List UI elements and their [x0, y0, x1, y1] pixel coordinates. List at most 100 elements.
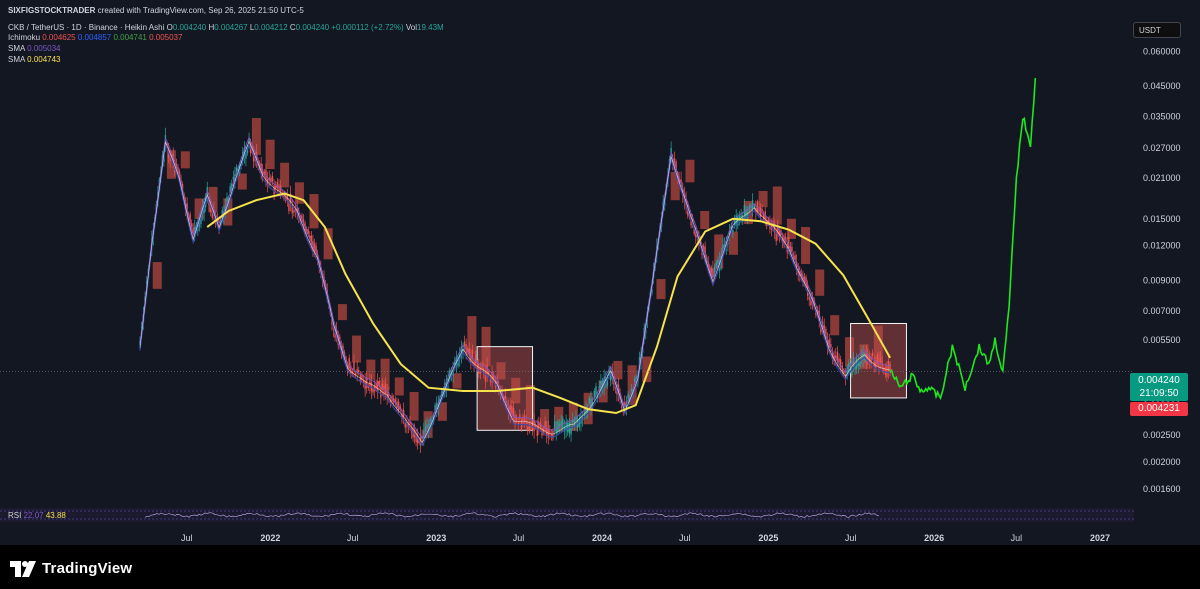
time-tick-label: Jul	[181, 533, 193, 543]
chart-credit: SIXFIGSTOCKTRADER created with TradingVi…	[8, 6, 304, 16]
candle-body	[377, 380, 379, 392]
candle-body	[426, 424, 428, 428]
price-tick-label: 0.027000	[1143, 143, 1181, 153]
candle-body	[527, 426, 529, 430]
candle-body	[761, 208, 763, 212]
ichimoku-value-3: 0.004741	[113, 33, 147, 42]
time-tick-label: 2027	[1090, 533, 1110, 543]
ichimoku-legend[interactable]: Ichimoku 0.004625 0.004857 0.004741 0.00…	[8, 33, 182, 43]
cloud-segment	[237, 173, 247, 190]
time-tick-label: 2026	[924, 533, 944, 543]
time-tick-label: Jul	[513, 533, 525, 543]
sma-1-name: SMA	[8, 44, 25, 53]
price-tick-label: 0.001600	[1143, 484, 1181, 494]
candle-body	[523, 415, 526, 422]
candle-body	[271, 176, 274, 182]
candle-body	[533, 420, 535, 432]
high-value: 0.004267	[214, 23, 248, 32]
price-tick-label: 0.035000	[1143, 112, 1181, 122]
cloud-segment	[685, 159, 695, 183]
ohlc-legend: CKB / TetherUS · 1D · Binance · Heikin A…	[8, 23, 444, 33]
cloud-segment	[280, 162, 290, 188]
symbol-name[interactable]: CKB / TetherUS · 1D · Binance · Heikin A…	[8, 23, 164, 32]
cloud-segment	[772, 186, 782, 225]
candle-body	[424, 426, 427, 431]
price-tick-label: 0.060000	[1143, 47, 1181, 57]
sma-legend-2[interactable]: SMA 0.004743	[8, 55, 61, 65]
bar-countdown: 21:09:50	[1139, 388, 1179, 399]
cloud-segment	[309, 194, 319, 229]
candle-body	[544, 421, 546, 432]
ichimoku-value-1: 0.004625	[42, 33, 76, 42]
candle-body	[588, 397, 591, 404]
candle-body	[384, 383, 387, 394]
price-tick-label: 0.002000	[1143, 457, 1181, 467]
low-value: 0.004212	[254, 23, 288, 32]
volume-value: 19.43M	[417, 23, 444, 32]
price-tick-label: 0.021000	[1143, 173, 1181, 183]
price-tick-label: 0.002500	[1143, 430, 1181, 440]
cloud-segment	[352, 335, 362, 363]
time-tick-label: Jul	[1011, 533, 1023, 543]
time-tick-label: Jul	[347, 533, 359, 543]
ask-price-badge: 0.004231	[1130, 402, 1188, 416]
candle-body	[884, 367, 887, 375]
cloud-segment	[437, 402, 447, 421]
open-value: 0.004240	[172, 23, 207, 32]
cloud-segment	[656, 279, 666, 300]
price-tick-label: 0.007000	[1143, 306, 1181, 316]
candle-body	[567, 422, 569, 433]
candle-body	[743, 204, 746, 215]
candle-body	[536, 426, 538, 436]
candle-body	[557, 421, 559, 432]
tradingview-logo[interactable]: TradingView	[10, 560, 132, 577]
sma-2-value: 0.004743	[27, 55, 61, 64]
cloud-segment	[452, 373, 462, 389]
candle-body	[275, 185, 277, 189]
candle-body	[871, 352, 874, 357]
candle-body	[358, 370, 360, 373]
price-tick-label: 0.012000	[1143, 241, 1181, 251]
ichimoku-value-2: 0.004857	[77, 33, 112, 42]
cloud-segment	[554, 406, 564, 432]
rsi-pane	[0, 508, 1134, 522]
rsi-legend[interactable]: RSI 22.07 43.88	[8, 511, 66, 520]
cloud-segment	[208, 186, 218, 213]
candle-body	[276, 181, 279, 189]
sma-legend-1[interactable]: SMA 0.005034	[8, 44, 61, 54]
cloud-segment	[265, 139, 275, 170]
candle-body	[830, 343, 832, 348]
price-tick-label: 0.045000	[1143, 81, 1181, 91]
sma-1-value: 0.005034	[27, 44, 61, 53]
candle-body	[380, 386, 382, 398]
tradingview-logo-icon	[10, 560, 36, 577]
cloud-segment	[700, 211, 710, 230]
time-tick-label: 2024	[592, 533, 612, 543]
ichimoku-name: Ichimoku	[8, 33, 41, 42]
candle-body	[553, 421, 556, 429]
close-value: 0.004240	[295, 23, 330, 32]
cloud-segment	[337, 304, 347, 321]
sma-2-name: SMA	[8, 55, 25, 64]
candle-body	[463, 341, 466, 347]
chart-frame: 0.060000 0.045000 0.035000 0.027000 0.021000…	[0, 0, 1200, 589]
candle-body	[562, 418, 564, 429]
cloud-segment	[409, 392, 419, 421]
currency-selector[interactable]: USDT	[1133, 22, 1181, 38]
candle-body	[570, 427, 572, 435]
credit-text: created with TradingView.com, Sep 26, 20…	[97, 6, 304, 15]
cloud-segment	[758, 191, 768, 208]
brand-name: TradingView	[42, 560, 133, 577]
cloud-segment	[830, 315, 840, 336]
time-tick-label: 2022	[260, 533, 280, 543]
last-price-value: 0.004240	[1138, 375, 1180, 386]
candle-body	[740, 214, 742, 218]
candle-body	[519, 414, 521, 420]
cloud-segment	[801, 227, 811, 265]
cloud-segment	[642, 356, 652, 383]
candle-body	[522, 417, 524, 425]
candle-body	[886, 366, 888, 377]
candle-body	[273, 185, 275, 195]
candle-body	[852, 356, 855, 368]
price-chart[interactable]: 0.060000 0.045000 0.035000 0.027000 0.021000…	[0, 0, 1200, 589]
